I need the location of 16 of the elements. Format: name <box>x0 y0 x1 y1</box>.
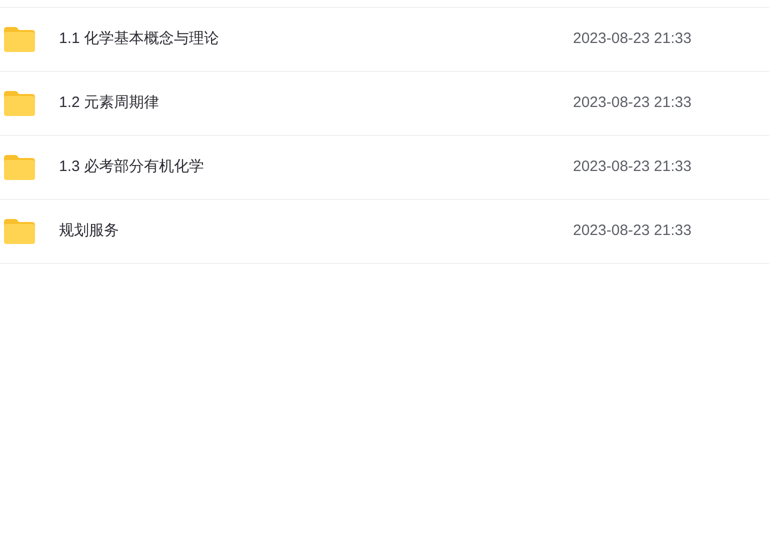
folder-name: 规划服务 <box>59 221 120 242</box>
modified-date: 2023-08-23 21:33 <box>573 93 692 114</box>
modified-date: 2023-08-23 21:33 <box>573 157 692 178</box>
folder-row[interactable]: 1.2 元素周期律 2023-08-23 21:33 <box>0 72 769 136</box>
modified-date: 2023-08-23 21:33 <box>573 29 692 50</box>
folder-icon <box>4 155 35 180</box>
folder-row[interactable]: 规划服务 2023-08-23 21:33 <box>0 200 769 264</box>
folder-icon <box>4 91 35 116</box>
folder-name: 1.2 元素周期律 <box>59 93 160 114</box>
folder-name: 1.3 必考部分有机化学 <box>59 157 206 178</box>
folder-icon <box>4 27 35 52</box>
modified-date: 2023-08-23 21:33 <box>573 221 692 242</box>
folder-icon <box>4 219 35 244</box>
folder-row[interactable]: 1.3 必考部分有机化学 2023-08-23 21:33 <box>0 136 769 200</box>
folder-name: 1.1 化学基本概念与理论 <box>59 29 220 50</box>
folder-row[interactable]: 1.1 化学基本概念与理论 2023-08-23 21:33 <box>0 8 769 72</box>
